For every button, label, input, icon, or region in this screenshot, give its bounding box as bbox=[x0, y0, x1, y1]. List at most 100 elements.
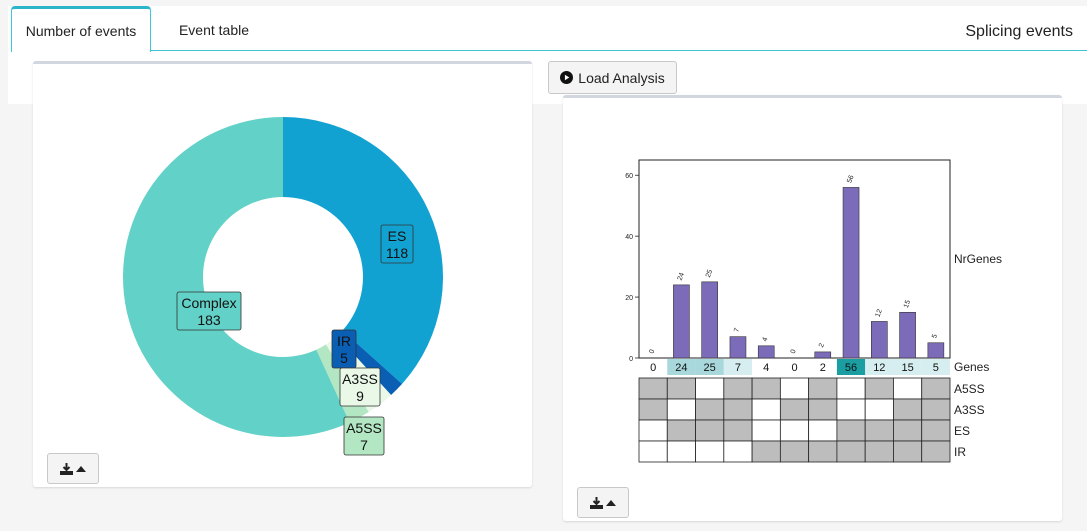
bar-value-label: 56 bbox=[846, 174, 855, 184]
matrix-row-label: ES bbox=[954, 424, 970, 438]
donut-chart: ES118IR5A3SS9A5SS7Complex183 bbox=[123, 117, 444, 456]
bar bbox=[729, 336, 747, 359]
bar-value-label: 25 bbox=[705, 269, 714, 279]
matrix-cell bbox=[638, 377, 668, 400]
matrix-cell bbox=[695, 419, 725, 442]
bar bbox=[701, 281, 718, 359]
bar bbox=[673, 284, 690, 359]
tab-number-of-events[interactable]: Number of events bbox=[11, 6, 151, 52]
bar-value-label: 5 bbox=[931, 333, 939, 339]
download-dropdown-button[interactable] bbox=[47, 453, 99, 484]
matrix-cell bbox=[921, 398, 951, 421]
matrix-cell bbox=[666, 419, 696, 442]
bar-value-label: 12 bbox=[875, 308, 884, 318]
svg-text:183: 183 bbox=[197, 312, 221, 328]
bar-value-label: 7 bbox=[733, 327, 741, 333]
y-axis-title: NrGenes bbox=[954, 252, 1002, 266]
svg-text:IR: IR bbox=[337, 333, 351, 349]
matrix-cell bbox=[779, 398, 810, 421]
svg-text:5: 5 bbox=[340, 350, 348, 366]
gene-count-label: 5 bbox=[933, 362, 939, 374]
page-title: Splicing events bbox=[965, 23, 1073, 40]
bar bbox=[927, 342, 945, 359]
matrix-cell bbox=[836, 398, 866, 421]
download-icon bbox=[60, 462, 73, 475]
gene-count-label: 15 bbox=[901, 362, 913, 374]
svg-text:7: 7 bbox=[360, 437, 368, 453]
matrix-cell bbox=[779, 377, 810, 400]
gene-count-label: 7 bbox=[735, 362, 741, 374]
matrix-cell bbox=[666, 440, 696, 463]
bar-value-label: 2 bbox=[818, 342, 826, 348]
tab-event-table[interactable]: Event table bbox=[158, 6, 270, 51]
gene-count-label: 0 bbox=[791, 362, 797, 374]
matrix-cell bbox=[751, 440, 781, 463]
matrix-row-label: IR bbox=[954, 445, 966, 459]
matrix-cell bbox=[836, 419, 866, 442]
svg-text:118: 118 bbox=[386, 245, 409, 261]
matrix-cell bbox=[893, 398, 923, 421]
bar-value-label: 0 bbox=[790, 349, 798, 355]
matrix-cell bbox=[751, 419, 781, 442]
matrix-cell bbox=[723, 440, 753, 463]
y-tick-label: 20 bbox=[625, 295, 633, 302]
genes-row-title: Genes bbox=[954, 360, 989, 374]
matrix-row-label: A5SS bbox=[954, 382, 985, 396]
donut-label-complex: Complex183 bbox=[176, 291, 242, 331]
gene-count-label: 56 bbox=[845, 362, 857, 374]
caret-up-icon bbox=[76, 465, 86, 472]
bar bbox=[871, 321, 888, 359]
matrix-cell bbox=[808, 419, 838, 442]
svg-text:Complex: Complex bbox=[181, 295, 236, 311]
bar-value-label: 15 bbox=[903, 299, 912, 309]
matrix-cell bbox=[723, 419, 753, 442]
gene-count-label: 12 bbox=[873, 362, 885, 374]
matrix-row-label: A3SS bbox=[954, 403, 985, 417]
caret-up-icon bbox=[606, 499, 616, 506]
matrix-cell bbox=[836, 377, 866, 400]
gene-count-label: 25 bbox=[704, 362, 716, 374]
gene-count-label: 2 bbox=[820, 362, 826, 374]
matrix-cell bbox=[695, 440, 725, 463]
matrix-cell bbox=[666, 398, 696, 421]
matrix-cell bbox=[921, 377, 951, 400]
bar bbox=[842, 187, 860, 359]
svg-text:A5SS: A5SS bbox=[346, 420, 382, 436]
donut-label-es: ES118 bbox=[380, 224, 414, 264]
matrix-cell bbox=[893, 419, 923, 442]
bar-value-label: 24 bbox=[677, 272, 686, 282]
bar-value-label: 4 bbox=[762, 336, 770, 342]
matrix-cell bbox=[638, 440, 668, 463]
matrix-cell bbox=[779, 440, 810, 463]
matrix-cell bbox=[893, 440, 923, 463]
donut-panel: ES 118 IR 5 A3SS 9 A5SS 7 Complex 183 bbox=[33, 61, 532, 487]
load-analysis-button[interactable]: Load Analysis bbox=[548, 61, 677, 94]
svg-text:A3SS: A3SS bbox=[342, 371, 378, 387]
tab-bar: Number of events Event table Splicing ev… bbox=[8, 6, 1087, 52]
y-tick-label: 0 bbox=[629, 356, 633, 363]
gene-count-label: 24 bbox=[675, 362, 687, 374]
bar bbox=[757, 345, 775, 359]
matrix-cell bbox=[695, 398, 725, 421]
matrix-cell bbox=[864, 377, 894, 400]
matrix-cell bbox=[723, 377, 753, 400]
matrix-cell bbox=[808, 440, 838, 463]
y-tick-label: 60 bbox=[625, 173, 633, 180]
matrix-cell bbox=[864, 398, 894, 421]
matrix-cell bbox=[921, 419, 951, 442]
matrix-cell bbox=[808, 377, 838, 400]
matrix-cell bbox=[751, 377, 781, 400]
download-icon bbox=[590, 496, 603, 509]
download-dropdown-button-2[interactable] bbox=[577, 487, 629, 518]
matrix-cell bbox=[921, 440, 951, 463]
matrix-cell bbox=[751, 398, 781, 421]
upset-panel: 0 20 40 60 0 24 25 7 4 0 2 56 12 15 5 NrGenes 0 24 25 7 4 0 2 5… bbox=[563, 95, 1062, 521]
matrix-cell bbox=[638, 419, 668, 442]
matrix-cell bbox=[695, 377, 725, 400]
bar bbox=[814, 351, 832, 359]
play-circle-icon bbox=[560, 71, 574, 84]
upset-chart: 0204060024 2574025612155NrGenes0 24 25 7 4 0 2 5… bbox=[625, 159, 1002, 463]
donut-slice-es bbox=[283, 117, 444, 384]
gene-count-label: 4 bbox=[763, 362, 769, 374]
matrix-cell bbox=[893, 377, 923, 400]
